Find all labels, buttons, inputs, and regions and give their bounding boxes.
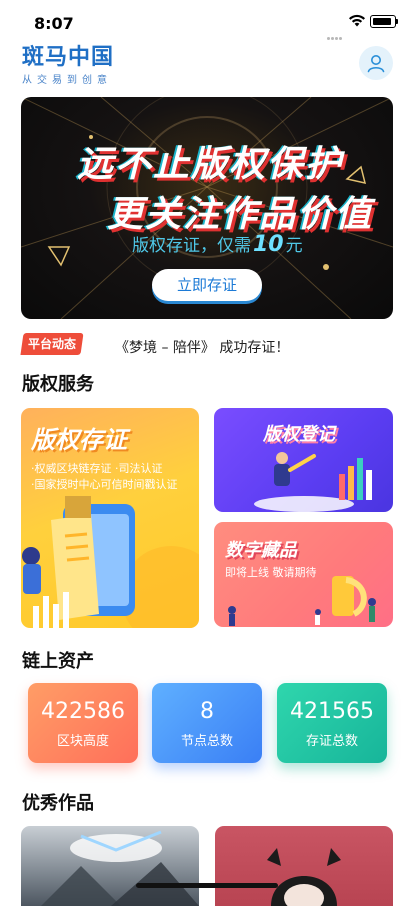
work-card[interactable]: [21, 826, 199, 906]
digital-collectibles-card[interactable]: 数字藏品 即将上线 敬请期待: [214, 522, 393, 627]
banner-price-value: 10: [253, 232, 284, 257]
banner-price-line: 版权存证，仅需10 元: [132, 231, 303, 257]
news-message[interactable]: 《梦境 – 陪伴》 成功存证！: [115, 337, 289, 357]
card-feature-2: ·国家授时中心可信时间戳认证: [31, 478, 178, 491]
status-time: 8:07: [34, 14, 74, 33]
wifi-icon: [349, 14, 365, 27]
signal-dots-icon: [327, 25, 343, 40]
card-title: 数字藏品: [225, 540, 297, 561]
stat-label: 存证总数: [305, 734, 358, 749]
deposit-now-button[interactable]: 立即存证: [152, 269, 262, 301]
banner-price-prefix: 版权存证，仅需: [132, 236, 251, 256]
card-title: 版权登记: [263, 424, 335, 445]
stat-label: 区块高度: [56, 734, 109, 749]
user-icon: [367, 55, 385, 73]
brand-tagline: 从交易到创意: [22, 75, 112, 86]
news-tag: 平台动态: [20, 333, 84, 355]
block-height-stat: 422586 区块高度: [28, 683, 138, 763]
banner-price-unit: 元: [285, 236, 303, 256]
copyright-registration-card[interactable]: 版权登记: [214, 408, 393, 512]
stat-label: 节点总数: [180, 734, 233, 749]
collectibles-illustration: [228, 576, 376, 626]
phone-document-illustration: [22, 496, 199, 628]
stat-value: 422586: [41, 699, 125, 724]
stat-value: 421565: [290, 699, 374, 724]
registration-illustration: [254, 452, 372, 512]
deposit-count-stat: 421565 存证总数: [277, 683, 387, 763]
artwork-thumbnail: [41, 830, 199, 906]
app-header: 斑马中国 从交易到创意: [0, 44, 414, 88]
battery-icon: [370, 15, 398, 28]
banner-headline-1: 远不止版权保护: [77, 144, 344, 185]
banner-headline-2: 更关注作品价值: [107, 194, 374, 235]
card-feature-1: ·权威区块链存证 ·司法认证: [31, 462, 163, 475]
node-count-stat: 8 节点总数: [152, 683, 262, 763]
section-title-works: 优秀作品: [22, 793, 94, 814]
section-title-assets: 链上资产: [22, 651, 94, 672]
section-title-services: 版权服务: [22, 374, 94, 395]
platform-news-ticker[interactable]: 平台动态 《梦境 – 陪伴》 成功存证！: [0, 330, 414, 360]
status-bar: 8:07: [0, 0, 414, 44]
card-title: 版权存证: [31, 426, 127, 454]
promo-banner[interactable]: 远不止版权保护 更关注作品价值 版权存证，仅需10 元 立即存证: [21, 97, 393, 319]
stat-value: 8: [200, 699, 214, 724]
home-indicator: [136, 883, 278, 888]
brand-name: 斑马中国: [22, 45, 115, 70]
app-logo: 斑马中国 从交易到创意: [22, 45, 115, 87]
work-card[interactable]: [215, 826, 393, 906]
artwork-thumbnail: [267, 848, 341, 906]
copyright-deposit-card[interactable]: 版权存证 ·权威区块链存证 ·司法认证 ·国家授时中心可信时间戳认证: [21, 408, 199, 628]
user-profile-button[interactable]: [359, 46, 393, 80]
